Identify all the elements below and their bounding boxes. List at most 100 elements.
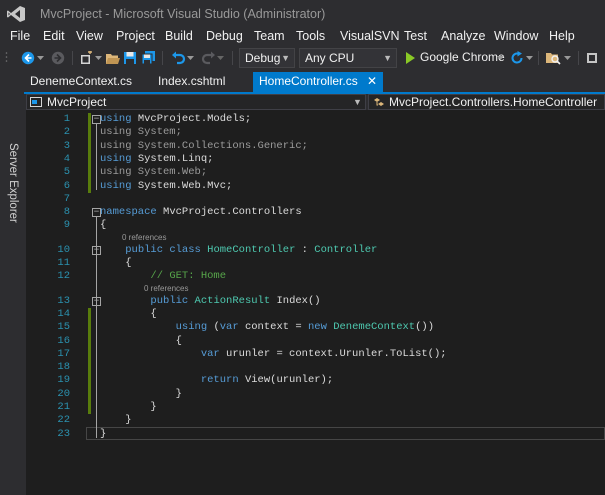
code-token: } [100,427,107,440]
code-text[interactable]: { [100,219,106,232]
menu-help[interactable]: Help [549,29,575,43]
menu-window[interactable]: Window [494,29,538,43]
new-project-icon[interactable] [78,50,94,66]
server-explorer-tab[interactable]: Server Explorer [7,143,19,223]
code-token: System.Linq; [131,152,214,165]
code-line: 3 using System.Collections.Generic; [26,140,605,153]
code-token: using [175,321,208,334]
codelens-references[interactable]: 0 references [122,233,166,242]
code-line: 5 using System.Web; [26,166,605,179]
menu-file[interactable]: File [10,29,30,43]
menu-tools[interactable]: Tools [296,29,325,43]
code-editor[interactable]: − − − −0 references 0 references 1 using MvcPr… [26,110,605,495]
line-number: 11 [57,257,70,269]
start-debugging-target[interactable]: Google Chrome [420,50,505,64]
redo-dropdown-icon[interactable] [216,50,224,66]
undo-dropdown-icon[interactable] [186,50,194,66]
solution-configuration-dropdown[interactable]: Debug ▼ [239,48,295,68]
find-in-files-icon[interactable] [544,50,562,66]
menu-build[interactable]: Build [165,29,193,43]
save-icon[interactable] [122,50,138,66]
code-token: : [295,243,315,256]
code-token: MvcProject.Controllers [156,206,302,219]
code-text[interactable]: public ActionResult Index() [100,294,321,308]
redo-icon[interactable] [200,50,216,66]
codelens-references[interactable]: 0 references [144,284,188,293]
code-token: using System.Web; [100,166,208,179]
code-line: 4 using System.Linq; [26,153,605,166]
code-text[interactable]: { [100,257,131,270]
code-text[interactable]: public class HomeController : Controller [100,244,377,257]
code-text[interactable]: using (var context = new DenemeContext()… [100,321,434,334]
code-token: MvcProject.Models; [131,113,252,125]
code-line: 9{ [26,219,605,232]
toolbar-icon[interactable] [584,50,600,66]
code-text[interactable]: // GET: Home [100,270,226,283]
code-line: 12 // GET: Home [26,270,605,283]
code-text[interactable]: } [100,388,182,401]
document-tab-strip: DenemeContext.cs Index.cshtml HomeContro… [24,72,605,92]
line-number: 20 [57,387,70,400]
code-token: { [100,307,157,320]
menu-analyze[interactable]: Analyze [441,29,485,43]
tab-denemecontext[interactable]: DenemeContext.cs [24,72,144,92]
code-text[interactable]: using MvcProject.Models; [100,113,251,126]
code-token: public class [125,243,201,256]
code-text[interactable]: return View(urunler); [100,374,333,387]
browser-dropdown-icon[interactable] [496,50,504,66]
line-number: 7 [63,192,70,205]
type-dropdown[interactable]: MvcProject.Controllers.HomeController [368,94,605,110]
refresh-dropdown-icon[interactable] [525,50,533,66]
new-dropdown-icon[interactable] [94,50,102,66]
code-text[interactable]: using System; [100,126,182,139]
menu-team[interactable]: Team [254,29,285,43]
menu-edit[interactable]: Edit [43,29,65,43]
code-text[interactable]: using System.Web; [100,166,207,179]
code-text[interactable]: using System.Linq; [100,153,213,166]
save-all-icon[interactable] [140,50,156,66]
line-number: 2 [63,126,70,139]
code-token: ActionResult [194,294,271,307]
line-number: 16 [57,334,70,347]
code-token: } [100,414,132,427]
open-file-icon[interactable] [104,50,120,66]
back-dropdown-icon[interactable] [36,50,44,66]
code-text[interactable]: { [100,307,157,321]
navigate-back-icon[interactable] [20,50,36,66]
code-text[interactable]: namespace MvcProject.Controllers [100,206,302,219]
tab-index-cshtml[interactable]: Index.cshtml [152,72,252,92]
code-text[interactable]: } [100,414,132,427]
solution-platform-dropdown[interactable]: Any CPU ▼ [299,48,397,68]
code-token: context = [238,321,308,334]
code-token: System.Web.Mvc; [131,179,233,192]
tab-homecontroller[interactable]: HomeController.cs ✕ [253,72,383,92]
start-debugging-icon[interactable] [404,50,416,66]
code-line: 10 public class HomeController : Control… [26,244,605,257]
code-text[interactable]: var urunler = context.Urunler.ToList(); [100,348,447,361]
menu-visualsvn[interactable]: VisualSVN [340,29,400,43]
navigate-forward-icon[interactable] [50,50,66,66]
menu-test[interactable]: Test [404,29,427,43]
refresh-icon[interactable] [509,50,525,66]
code-text[interactable]: using System.Web.Mvc; [100,180,232,193]
code-token: HomeController [207,243,296,256]
code-token: } [100,401,157,413]
close-icon[interactable]: ✕ [367,72,377,91]
code-text[interactable]: } [100,401,157,414]
code-text[interactable]: } [100,428,106,441]
code-text[interactable]: using System.Collections.Generic; [100,140,308,153]
code-line: 13 public ActionResult Index() [26,295,605,308]
menu-view[interactable]: View [76,29,103,43]
solution-platform-value: Any CPU [305,51,355,65]
project-dropdown[interactable]: MvcProject ▼ [26,94,366,110]
type-name: MvcProject.Controllers.HomeController [389,95,598,109]
menu-debug[interactable]: Debug [206,29,243,43]
line-number: 14 [57,307,70,320]
undo-icon[interactable] [170,50,186,66]
toolbar-grip-icon [4,50,9,66]
find-dropdown-icon[interactable] [563,50,571,66]
code-text[interactable]: { [100,335,182,348]
menu-project[interactable]: Project [116,29,155,43]
code-token: Index() [270,294,321,307]
